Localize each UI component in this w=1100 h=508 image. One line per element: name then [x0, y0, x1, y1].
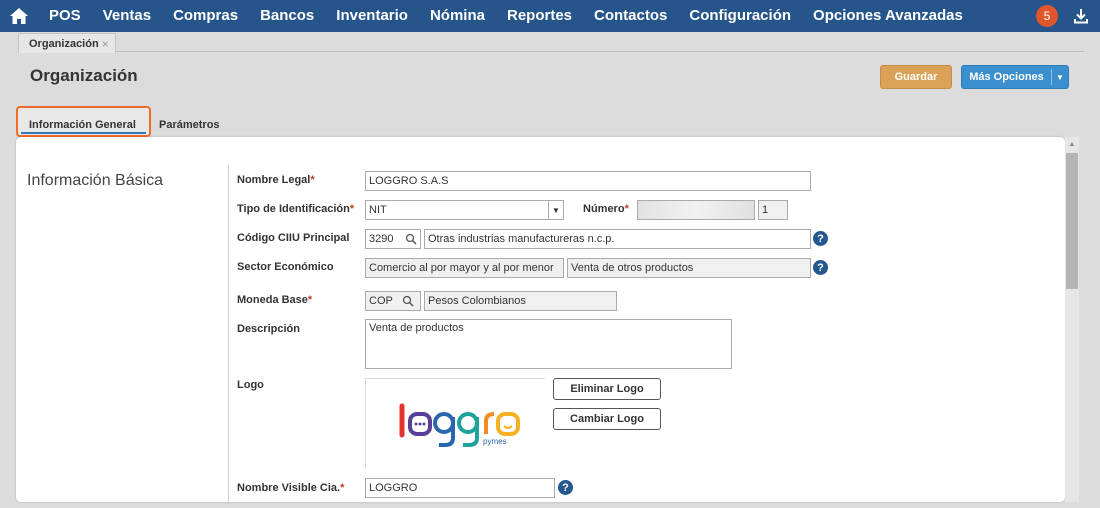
ciiu-description-input[interactable]: Otras industrias manufactureras n.c.p.: [424, 229, 811, 249]
help-icon[interactable]: ?: [813, 231, 828, 246]
chevron-down-icon[interactable]: ▼: [548, 201, 563, 219]
check-digit-input[interactable]: 1: [758, 200, 788, 220]
label-text: Tipo de Identificación: [237, 203, 350, 215]
description-label: Descripción: [237, 323, 300, 335]
label-text: Moneda Base: [237, 294, 308, 306]
tab-informacion-general[interactable]: Información General: [16, 106, 151, 137]
currency-description-input[interactable]: Pesos Colombianos: [424, 291, 617, 311]
id-type-label: Tipo de Identificación*: [237, 203, 354, 215]
required-marker: *: [310, 174, 315, 186]
number-label: Número*: [583, 203, 629, 215]
download-icon[interactable]: [1070, 5, 1092, 27]
label-text: Nombre Visible Cia.: [237, 482, 341, 494]
nav-right-group: 5: [1036, 0, 1100, 32]
nav-ventas[interactable]: Ventas: [92, 0, 162, 32]
close-icon[interactable]: ×: [102, 37, 109, 51]
loggro-logo: [366, 379, 546, 470]
logo-subtext: pymes: [483, 437, 507, 446]
more-options-button[interactable]: Más Opciones ▼: [961, 65, 1069, 89]
required-marker: *: [307, 294, 313, 306]
search-icon[interactable]: [399, 291, 417, 311]
label-text: Nombre Legal: [237, 174, 311, 186]
subsector-input[interactable]: Venta de otros productos: [567, 258, 811, 278]
nav-opciones-avanzadas[interactable]: Opciones Avanzadas: [802, 0, 974, 32]
chevron-down-icon[interactable]: ▼: [1052, 73, 1068, 82]
required-marker: *: [624, 203, 629, 215]
tab-parametros[interactable]: Parámetros: [159, 119, 220, 131]
id-type-value: NIT: [369, 204, 387, 216]
nav-inventario[interactable]: Inventario: [325, 0, 419, 32]
company-logo-image: pymes: [365, 378, 546, 470]
vertical-scrollbar[interactable]: ▲: [1065, 137, 1079, 502]
visible-name-input[interactable]: LOGGRO: [365, 478, 555, 498]
nav-nomina[interactable]: Nómina: [419, 0, 496, 32]
logo-label: Logo: [237, 379, 264, 391]
label-text: Número: [583, 203, 625, 215]
tab-label: Información General: [29, 119, 136, 131]
id-number-input[interactable]: [637, 200, 755, 220]
id-type-select[interactable]: NIT: [365, 200, 564, 220]
required-marker: *: [349, 203, 355, 215]
legal-name-input[interactable]: LOGGRO S.A.S: [365, 171, 811, 191]
notification-badge[interactable]: 5: [1036, 5, 1058, 27]
nav-reportes[interactable]: Reportes: [496, 0, 583, 32]
help-icon[interactable]: ?: [558, 480, 573, 495]
sector-label: Sector Económico: [237, 261, 334, 273]
description-textarea[interactable]: Venta de productos: [365, 319, 732, 369]
nav-bancos[interactable]: Bancos: [249, 0, 325, 32]
document-tab-strip: Organización ×: [18, 32, 1084, 53]
nav-contactos[interactable]: Contactos: [583, 0, 678, 32]
page-title: Organización: [30, 66, 138, 85]
nav-configuracion[interactable]: Configuración: [678, 0, 802, 32]
currency-label: Moneda Base*: [237, 294, 312, 306]
section-title: Información Básica: [27, 172, 164, 189]
panel-divider: [228, 165, 229, 505]
save-button[interactable]: Guardar: [880, 65, 952, 89]
change-logo-button[interactable]: Cambiar Logo: [553, 408, 661, 430]
doc-tab-organizacion[interactable]: Organización ×: [18, 33, 116, 53]
top-navbar: POS Ventas Compras Bancos Inventario Nóm…: [0, 0, 1100, 32]
visible-name-label: Nombre Visible Cia.*: [237, 482, 344, 494]
home-icon[interactable]: [0, 0, 38, 32]
active-tab-indicator: [21, 132, 146, 134]
help-icon[interactable]: ?: [813, 260, 828, 275]
search-icon[interactable]: [402, 229, 420, 249]
nav-pos[interactable]: POS: [38, 0, 92, 32]
legal-name-label: Nombre Legal*: [237, 174, 315, 186]
more-options-label: Más Opciones: [969, 71, 1044, 83]
ciiu-label: Código CIIU Principal: [237, 232, 350, 244]
nav-compras[interactable]: Compras: [162, 0, 249, 32]
required-marker: *: [340, 482, 345, 494]
doc-tab-label: Organización: [29, 37, 99, 50]
sector-input[interactable]: Comercio al por mayor y al por menor: [365, 258, 564, 278]
remove-logo-button[interactable]: Eliminar Logo: [553, 378, 661, 400]
scroll-up-icon[interactable]: ▲: [1065, 141, 1079, 148]
scrollbar-thumb[interactable]: [1066, 153, 1078, 289]
